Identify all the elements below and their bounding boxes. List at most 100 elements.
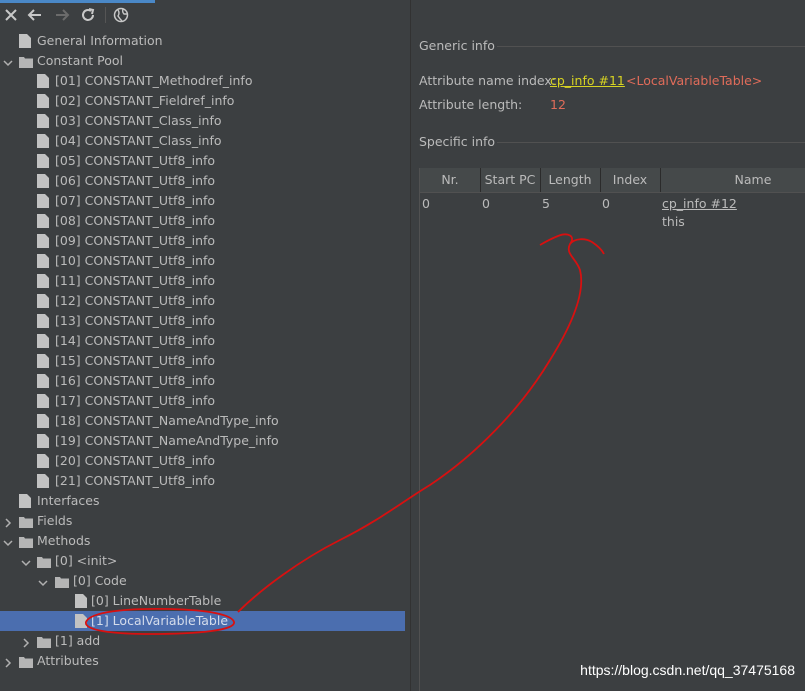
folder-icon	[37, 554, 51, 568]
tree-item-constant[interactable]: [20] CONSTANT_Utf8_info	[0, 451, 410, 471]
tree-item-methods[interactable]: Methods	[0, 531, 410, 551]
cell-index: 0	[602, 196, 610, 211]
tree-item-label: [05] CONSTANT_Utf8_info	[55, 153, 216, 168]
tree-item-constant[interactable]: [19] CONSTANT_NameAndType_info	[0, 431, 410, 451]
tree-item-interfaces[interactable]: Interfaces	[0, 491, 410, 511]
tree-item-label: Interfaces	[37, 493, 100, 508]
specific-info-title: Specific info	[419, 134, 496, 149]
tree-item-constant[interactable]: [01] CONSTANT_Methodref_info	[0, 71, 410, 91]
tree-item-label: [02] CONSTANT_Fieldref_info	[55, 93, 235, 108]
tree-item-label: [07] CONSTANT_Utf8_info	[55, 193, 216, 208]
tree-item-label: [13] CONSTANT_Utf8_info	[55, 313, 216, 328]
tree-item-constant[interactable]: [06] CONSTANT_Utf8_info	[0, 171, 410, 191]
tree-item-attributes[interactable]: Attributes	[0, 651, 410, 671]
chevron-right-icon[interactable]	[2, 515, 14, 528]
tree-item-label: [08] CONSTANT_Utf8_info	[55, 213, 216, 228]
toolbar	[0, 0, 410, 30]
tree-item-constant-pool[interactable]: Constant Pool	[0, 51, 410, 71]
folder-icon	[19, 514, 33, 528]
close-icon[interactable]	[0, 5, 22, 25]
tree-item-constant[interactable]: [02] CONSTANT_Fieldref_info	[0, 91, 410, 111]
tree-item-label: [11] CONSTANT_Utf8_info	[55, 273, 216, 288]
tree-item-label: [0] <init>	[55, 553, 118, 568]
tree-item-label: [0] LineNumberTable	[91, 593, 222, 608]
tree-item-general-information[interactable]: General Information	[0, 31, 410, 51]
column-header-index[interactable]: Index	[600, 168, 661, 192]
tree-item-constant[interactable]: [17] CONSTANT_Utf8_info	[0, 391, 410, 411]
tree-item-label: Methods	[37, 533, 91, 548]
tree-item-label: [18] CONSTANT_NameAndType_info	[55, 413, 279, 428]
tree-item-label: [14] CONSTANT_Utf8_info	[55, 333, 216, 348]
cp-info-11-link[interactable]: cp_info #11	[550, 73, 625, 88]
tree-item-fields[interactable]: Fields	[0, 511, 410, 531]
column-header-length[interactable]: Length	[540, 168, 601, 192]
tree-item-label: [01] CONSTANT_Methodref_info	[55, 73, 253, 88]
folder-icon	[19, 654, 33, 668]
file-icon	[37, 74, 51, 88]
chevron-right-icon[interactable]	[2, 655, 14, 668]
chevron-down-icon[interactable]	[37, 575, 49, 587]
forward-arrow-icon[interactable]	[51, 5, 73, 25]
file-icon	[37, 374, 51, 388]
file-icon	[75, 594, 89, 608]
tree-item-label: [03] CONSTANT_Class_info	[55, 113, 222, 128]
globe-icon[interactable]	[110, 5, 132, 25]
attribute-length-label: Attribute length:	[419, 97, 523, 112]
tree-item-constant[interactable]: [12] CONSTANT_Utf8_info	[0, 291, 410, 311]
tree-item-local-variable-table[interactable]: [1] LocalVariableTable	[0, 611, 405, 631]
tree-item-constant[interactable]: [10] CONSTANT_Utf8_info	[0, 251, 410, 271]
tree-item-constant[interactable]: [14] CONSTANT_Utf8_info	[0, 331, 410, 351]
chevron-right-icon[interactable]	[20, 635, 32, 648]
back-arrow-icon[interactable]	[24, 5, 46, 25]
tree-item-method-add[interactable]: [1] add	[0, 631, 410, 651]
tree-item-method-init[interactable]: [0] <init>	[0, 551, 410, 571]
chevron-down-icon[interactable]	[2, 55, 14, 67]
file-icon	[37, 114, 51, 128]
toolbar-separator	[105, 7, 106, 23]
cp-info-12-link[interactable]: cp_info #12	[662, 196, 737, 211]
column-header-nr[interactable]: Nr.	[420, 168, 481, 192]
cell-name-value: this	[662, 214, 685, 229]
tree-item-code[interactable]: [0] Code	[0, 571, 410, 591]
local-variable-table: Nr. Start PC Length Index Name 0 0 5 0 c…	[419, 168, 805, 691]
file-icon	[37, 334, 51, 348]
tree-item-constant[interactable]: [09] CONSTANT_Utf8_info	[0, 231, 410, 251]
file-icon	[37, 454, 51, 468]
tree-item-constant[interactable]: [03] CONSTANT_Class_info	[0, 111, 410, 131]
folder-icon	[19, 534, 33, 548]
chevron-down-icon[interactable]	[20, 555, 32, 567]
tree-item-constant[interactable]: [07] CONSTANT_Utf8_info	[0, 191, 410, 211]
tree-item-label: Fields	[37, 513, 73, 528]
tree-item-label: [06] CONSTANT_Utf8_info	[55, 173, 216, 188]
folder-icon	[37, 634, 51, 648]
file-icon	[37, 154, 51, 168]
file-icon	[37, 394, 51, 408]
tree-item-constant[interactable]: [13] CONSTANT_Utf8_info	[0, 311, 410, 331]
tree-item-constant[interactable]: [05] CONSTANT_Utf8_info	[0, 151, 410, 171]
file-icon	[37, 274, 51, 288]
tree-item-constant[interactable]: [18] CONSTANT_NameAndType_info	[0, 411, 410, 431]
file-icon	[37, 194, 51, 208]
tree-item-label: Constant Pool	[37, 53, 124, 68]
tree-item-constant[interactable]: [15] CONSTANT_Utf8_info	[0, 351, 410, 371]
class-structure-tree: General Information Constant Pool [01] C…	[0, 30, 410, 691]
file-icon	[37, 414, 51, 428]
attribute-detail-panel: Generic info Attribute name index: cp_in…	[411, 0, 805, 691]
tree-item-label: [15] CONSTANT_Utf8_info	[55, 353, 216, 368]
file-icon	[37, 434, 51, 448]
tree-item-constant[interactable]: [21] CONSTANT_Utf8_info	[0, 471, 410, 491]
chevron-down-icon[interactable]	[2, 535, 14, 547]
file-icon	[37, 94, 51, 108]
tree-item-line-number-table[interactable]: [0] LineNumberTable	[0, 591, 410, 611]
file-icon	[37, 474, 51, 488]
column-header-name[interactable]: Name	[660, 168, 805, 192]
tree-item-constant[interactable]: [08] CONSTANT_Utf8_info	[0, 211, 410, 231]
refresh-icon[interactable]	[77, 5, 99, 25]
tree-item-label: [17] CONSTANT_Utf8_info	[55, 393, 216, 408]
tree-item-constant[interactable]: [11] CONSTANT_Utf8_info	[0, 271, 410, 291]
tree-item-constant[interactable]: [16] CONSTANT_Utf8_info	[0, 371, 410, 391]
tree-item-constant[interactable]: [04] CONSTANT_Class_info	[0, 131, 410, 151]
column-header-start-pc[interactable]: Start PC	[480, 168, 541, 192]
cell-start-pc: 0	[482, 196, 490, 211]
cell-nr: 0	[422, 196, 430, 211]
